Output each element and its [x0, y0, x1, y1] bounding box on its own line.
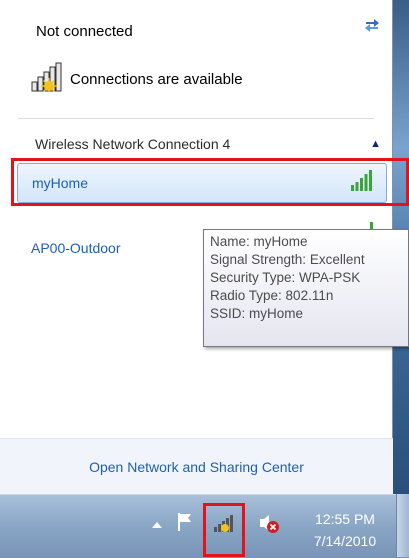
volume-button[interactable]	[257, 513, 281, 537]
connections-available-text: Connections are available	[70, 70, 243, 88]
connection-status-title: Not connected	[36, 23, 133, 40]
open-network-sharing-center-link[interactable]: Open Network and Sharing Center	[89, 459, 304, 475]
network-warning-icon	[30, 62, 64, 97]
network-item-myhome[interactable]: myHome	[17, 163, 387, 203]
network-tray-button[interactable]	[210, 513, 238, 537]
action-center-flag-icon	[176, 512, 194, 537]
tooltip-name-line: Name: myHome	[210, 234, 308, 249]
divider	[18, 118, 374, 119]
volume-muted-icon	[258, 512, 280, 539]
network-signal-icon	[212, 513, 236, 538]
show-hidden-icons-button[interactable]	[149, 518, 165, 534]
clock-date: 7/14/2010	[313, 533, 377, 549]
refresh-button[interactable]	[362, 17, 382, 35]
flyout-footer: Open Network and Sharing Center	[0, 438, 393, 494]
show-hidden-icons-arrow-icon	[151, 517, 163, 535]
refresh-arrows-icon	[363, 16, 381, 37]
network-name: myHome	[32, 175, 89, 191]
signal-strength-icon	[350, 169, 374, 197]
tooltip-signal-line: Signal Strength: Excellent	[210, 252, 365, 267]
wireless-adapter-label: Wireless Network Connection 4	[35, 136, 231, 152]
tooltip-ssid-line: SSID: myHome	[210, 306, 304, 321]
show-desktop-button[interactable]	[396, 494, 409, 557]
network-details-tooltip: Name: myHome Signal Strength: Excellent …	[203, 229, 409, 347]
taskbar-clock[interactable]: 12:55 PM 7/14/2010	[300, 508, 390, 552]
connections-available-row: Connections are available	[30, 62, 243, 96]
wireless-section-header[interactable]: Wireless Network Connection 4 ▲	[35, 133, 381, 155]
action-center-button[interactable]	[175, 512, 195, 537]
tooltip-radio-line: Radio Type: 802.11n	[210, 288, 334, 303]
clock-time: 12:55 PM	[315, 511, 375, 527]
network-name: AP00-Outdoor	[31, 240, 121, 256]
tooltip-security-line: Security Type: WPA-PSK	[210, 270, 361, 285]
collapse-chevron-up-icon[interactable]: ▲	[370, 138, 381, 150]
